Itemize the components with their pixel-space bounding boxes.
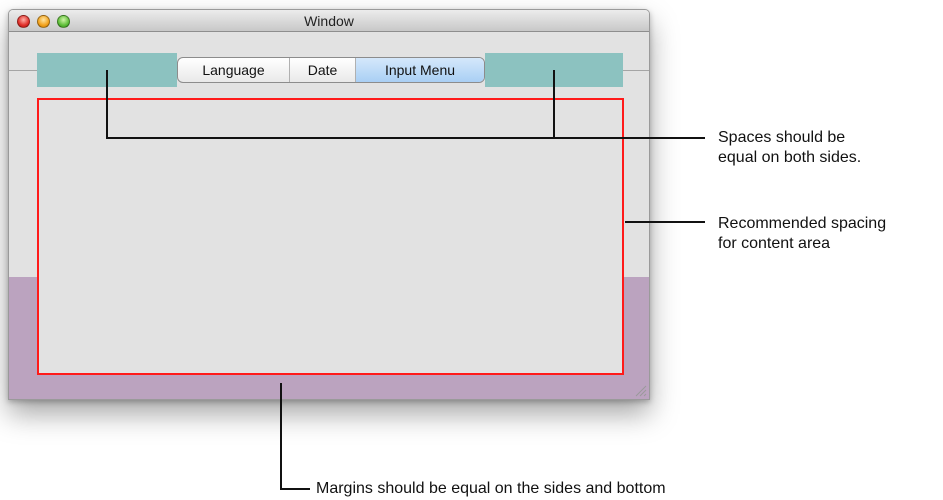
spacing-callout-line1: Recommended spacing (718, 215, 887, 232)
margins-callout: Margins should be equal on the sides and… (316, 480, 666, 497)
spaces-callout: Spaces should be equal on both sides. (718, 128, 861, 168)
spacing-callout: Recommended spacing for content area (718, 214, 886, 254)
spacing-callout-line2: for content area (718, 235, 831, 252)
spaces-bracket-line (106, 70, 705, 139)
margins-leader-line (280, 383, 310, 490)
spaces-callout-line2: equal on both sides. (718, 149, 862, 166)
spaces-callout-line1: Spaces should be (718, 129, 846, 146)
